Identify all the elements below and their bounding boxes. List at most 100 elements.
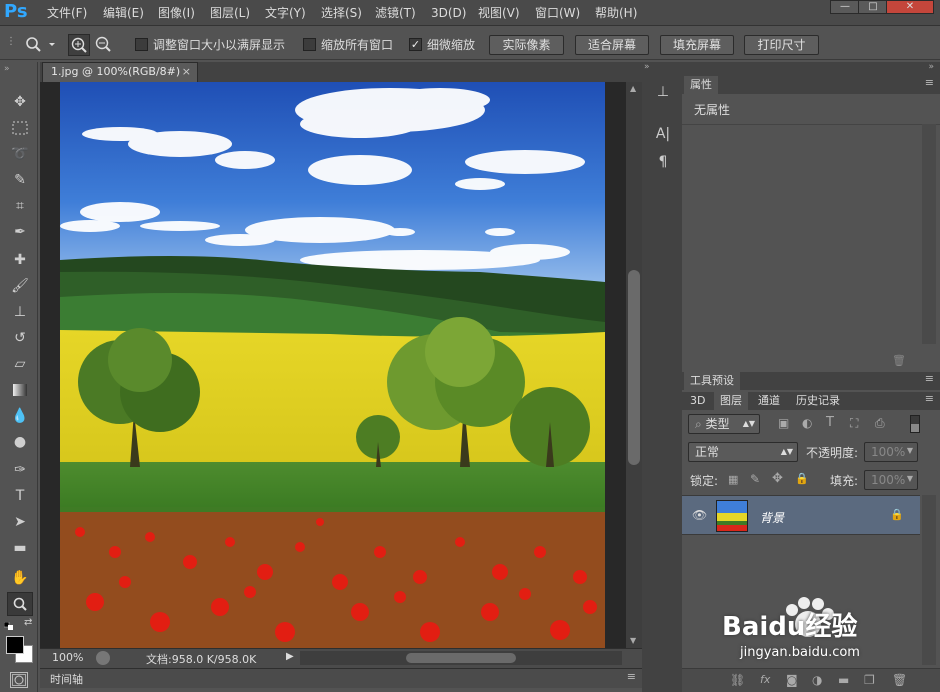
fill-arrow-icon[interactable]: ▼ <box>901 474 919 488</box>
scroll-up-icon[interactable]: ▲ <box>630 84 636 93</box>
zoom-level[interactable]: 100% <box>52 651 83 664</box>
menu-type[interactable]: 文字(Y) <box>265 4 306 22</box>
visibility-eye-icon[interactable]: 👁 <box>692 508 707 522</box>
menu-edit[interactable]: 编辑(E) <box>103 4 144 22</box>
close-tab-icon[interactable]: × <box>182 63 191 81</box>
tool-preset-picker[interactable] <box>22 33 58 57</box>
lock-image-icon[interactable]: ✎ <box>750 472 760 486</box>
properties-tab[interactable]: 属性 <box>684 76 718 94</box>
lasso-tool-icon[interactable]: ➰ <box>7 142 33 166</box>
healing-brush-tool-icon[interactable]: ✚ <box>7 248 33 272</box>
path-selection-tool-icon[interactable]: ➤ <box>7 510 33 534</box>
fit-screen-button[interactable]: 适合屏幕 <box>575 35 649 55</box>
menu-3d[interactable]: 3D(D) <box>431 4 466 22</box>
layers-scrollbar[interactable] <box>922 495 936 665</box>
brush-tool-icon[interactable]: 🖌 <box>7 274 33 298</box>
status-info-icon[interactable] <box>96 651 110 665</box>
character-panel-icon[interactable]: A| <box>652 126 674 150</box>
layer-row[interactable]: 👁 背景 🔒 <box>682 495 920 535</box>
properties-trash-icon[interactable]: 🗑 <box>892 354 906 367</box>
menu-layer[interactable]: 图层(L) <box>210 4 250 22</box>
status-menu-arrow-icon[interactable]: ▶ <box>286 651 294 662</box>
hand-tool-icon[interactable]: ✋ <box>7 566 33 590</box>
filter-type-icon[interactable]: T <box>826 415 834 430</box>
clone-source-icon[interactable]: ⊥ <box>652 84 674 108</box>
horizontal-scroll-thumb[interactable] <box>406 653 516 663</box>
timeline-menu-icon[interactable]: ≡ <box>627 670 636 683</box>
blend-mode-dropdown[interactable]: 正常 ▲▼ <box>688 442 798 462</box>
document-tab[interactable]: 1.jpg @ 100%(RGB/8#) × <box>42 62 198 82</box>
lock-transparent-icon[interactable]: ▦ <box>728 473 738 486</box>
move-tool-icon[interactable]: ✥ <box>7 90 33 114</box>
menu-image[interactable]: 图像(I) <box>158 4 195 22</box>
gradient-tool-icon[interactable] <box>7 378 33 402</box>
dock-collapse-icon[interactable]: » <box>928 62 934 72</box>
blur-tool-icon[interactable]: 💧 <box>7 404 33 428</box>
quick-selection-tool-icon[interactable]: ✎ <box>7 168 33 192</box>
fill-screen-button[interactable]: 填充屏幕 <box>660 35 734 55</box>
minimize-button[interactable]: — <box>830 0 860 14</box>
delete-layer-icon[interactable]: 🗑 <box>892 673 907 687</box>
tool-presets-menu-icon[interactable]: ≡ <box>925 372 934 385</box>
zoom-in-button[interactable] <box>68 34 90 56</box>
filter-pixel-icon[interactable]: ▣ <box>778 416 789 430</box>
new-group-icon[interactable]: ▬ <box>838 673 849 687</box>
properties-menu-icon[interactable]: ≡ <box>925 76 934 89</box>
layer-style-icon[interactable]: fx <box>760 673 770 686</box>
lock-position-icon[interactable]: ✥ <box>772 471 783 486</box>
pen-tool-icon[interactable]: ✑ <box>7 458 33 482</box>
filter-smart-object-icon[interactable]: ⎙ <box>875 416 885 431</box>
actual-pixels-button[interactable]: 实际像素 <box>489 35 564 55</box>
properties-scrollbar[interactable] <box>922 124 936 344</box>
filter-shape-icon[interactable]: ⛶ <box>850 416 858 431</box>
menu-view[interactable]: 视图(V) <box>478 4 520 22</box>
menu-help[interactable]: 帮助(H) <box>595 4 637 22</box>
filter-adjustment-icon[interactable]: ◐ <box>802 416 812 430</box>
strip-collapse-icon[interactable]: » <box>644 62 650 72</box>
paragraph-panel-icon[interactable]: ¶ <box>652 154 674 178</box>
filter-toggle-switch[interactable] <box>910 415 920 433</box>
link-layers-icon[interactable]: ⛓ <box>730 673 745 687</box>
vertical-scrollbar[interactable]: ▲ ▼ <box>626 82 642 648</box>
tab-history[interactable]: 历史记录 <box>790 392 846 410</box>
eraser-tool-icon[interactable]: ▱ <box>7 352 33 376</box>
menu-filter[interactable]: 滤镜(T) <box>375 4 416 22</box>
add-mask-icon[interactable]: ◙ <box>786 673 798 687</box>
zoom-all-checkbox[interactable] <box>303 38 316 51</box>
tab-layers[interactable]: 图层 <box>714 392 748 410</box>
resize-windows-checkbox[interactable] <box>135 38 148 51</box>
layer-name[interactable]: 背景 <box>760 509 784 526</box>
horizontal-scrollbar[interactable] <box>300 651 622 665</box>
zoom-out-button[interactable] <box>93 34 115 56</box>
adjustment-layer-icon[interactable]: ◑ <box>812 673 822 687</box>
default-colors-icon[interactable] <box>3 619 14 630</box>
tool-presets-tab[interactable]: 工具预设 <box>684 372 740 390</box>
vertical-scroll-thumb[interactable] <box>628 270 640 465</box>
foreground-color-swatch[interactable] <box>6 636 24 654</box>
tools-collapse-icon[interactable]: » <box>4 64 10 74</box>
crop-tool-icon[interactable]: ⌗ <box>7 194 33 218</box>
opacity-arrow-icon[interactable]: ▼ <box>901 446 919 460</box>
timeline-tab[interactable]: 时间轴 <box>50 671 83 687</box>
scroll-down-icon[interactable]: ▼ <box>630 636 636 645</box>
type-tool-icon[interactable]: T <box>7 484 33 508</box>
history-brush-tool-icon[interactable]: ↺ <box>7 326 33 350</box>
rectangle-tool-icon[interactable]: ▬ <box>7 536 33 560</box>
eyedropper-tool-icon[interactable]: ✒ <box>7 220 33 244</box>
document-image[interactable] <box>60 82 605 648</box>
scrubby-zoom-checkbox[interactable]: ✓ <box>409 38 422 51</box>
lock-all-icon[interactable]: 🔒 <box>795 472 809 485</box>
tab-3d[interactable]: 3D <box>684 392 711 410</box>
restore-button[interactable]: □ <box>858 0 888 14</box>
screen-mode-icon[interactable] <box>12 674 26 686</box>
menu-select[interactable]: 选择(S) <box>321 4 362 22</box>
zoom-tool-icon[interactable] <box>7 592 33 616</box>
swap-colors-icon[interactable]: ⇄ <box>24 617 32 628</box>
dodge-tool-icon[interactable]: ● <box>7 430 33 454</box>
marquee-tool-icon[interactable] <box>7 116 33 140</box>
clone-stamp-tool-icon[interactable]: ⊥ <box>7 300 33 324</box>
menu-window[interactable]: 窗口(W) <box>535 4 580 22</box>
tab-channels[interactable]: 通道 <box>752 392 786 410</box>
layer-filter-dropdown[interactable]: ⌕ 类型 ▲▼ <box>688 414 760 434</box>
layers-menu-icon[interactable]: ≡ <box>925 392 934 405</box>
